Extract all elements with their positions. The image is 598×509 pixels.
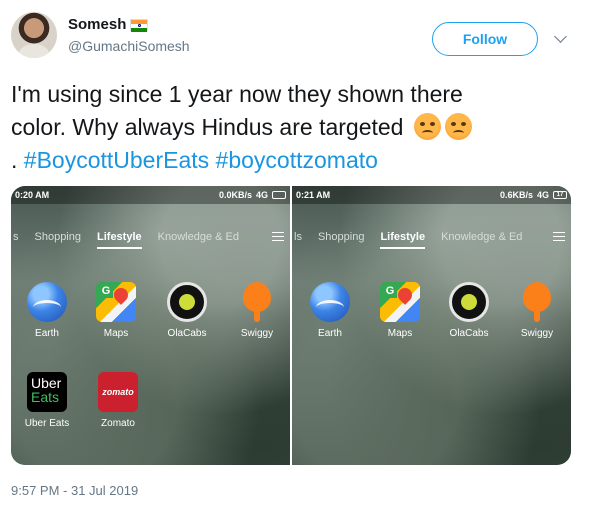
zomato-icon: zomato: [98, 372, 138, 412]
google-earth-icon: [27, 282, 67, 322]
uber-eats-icon: Uber Eats: [27, 372, 67, 412]
app-label: Maps: [103, 328, 129, 339]
uber-eats-icon-text: Uber: [31, 375, 62, 391]
app-maps: Maps: [84, 282, 148, 339]
tweet-timestamp[interactable]: 9:57 PM - 31 Jul 2019: [11, 483, 138, 498]
app-label: Zomato: [101, 418, 135, 429]
status-time: 0:20 AM: [15, 190, 50, 200]
app-label: Swiggy: [240, 328, 274, 339]
status-bar: 0:20 AM 0.0KB/s 4G: [11, 186, 290, 204]
tweet-line-1: I'm using since 1 year now they shown th…: [11, 81, 463, 107]
menu-icon: [553, 232, 565, 241]
tweet-line-2: color. Why always Hindus are targeted: [11, 111, 591, 144]
app-label: Earth: [318, 328, 342, 339]
display-name[interactable]: Somesh: [68, 16, 126, 33]
angry-face-icon: [413, 113, 441, 140]
tab-knowledge: Knowledge & Ed: [441, 231, 523, 243]
app-label: OlaCabs: [449, 328, 489, 339]
follow-button[interactable]: Follow: [432, 22, 538, 56]
app-zomato: zomato Zomato: [86, 372, 150, 429]
google-maps-icon: [380, 282, 420, 322]
app-olacabs: OlaCabs: [155, 282, 219, 339]
ola-cabs-icon: [449, 282, 489, 322]
app-swiggy: Swiggy: [225, 282, 289, 339]
tweet-text: I'm using since 1 year now they shown th…: [11, 78, 591, 177]
chevron-down-icon[interactable]: [554, 30, 567, 43]
status-time: 0:21 AM: [296, 190, 331, 200]
swiggy-icon: [237, 282, 277, 322]
tweet-media[interactable]: 0:20 AM 0.0KB/s 4G s Shopping Lifestyle …: [11, 186, 571, 465]
menu-icon: [272, 232, 284, 241]
app-uber-eats: Uber Eats Uber Eats: [15, 372, 79, 429]
tweet-line-3: . #BoycottUberEats #boycottzomato: [11, 144, 591, 177]
network-type: 4G: [255, 190, 268, 200]
app-earth: Earth: [15, 282, 79, 339]
app-swiggy: Swiggy: [505, 282, 569, 339]
app-earth: Earth: [298, 282, 362, 339]
app-label: Maps: [387, 328, 413, 339]
user-name-row[interactable]: Somesh: [68, 16, 149, 33]
app-label: Uber Eats: [24, 418, 70, 429]
network-type: 4G: [536, 190, 549, 200]
google-maps-icon: [96, 282, 136, 322]
launcher-tabs: s Shopping Lifestyle Knowledge & Ed: [11, 231, 290, 249]
google-earth-icon: [310, 282, 350, 322]
india-flag-icon: [130, 18, 149, 32]
tweet-line-2-text: color. Why always Hindus are targeted: [11, 114, 404, 140]
status-bar: 0:21 AM 0.6KB/s 4G 17: [292, 186, 571, 204]
app-maps: Maps: [368, 282, 432, 339]
tab-knowledge: Knowledge & Ed: [157, 231, 239, 243]
hashtag-link[interactable]: #BoycottUberEats: [24, 147, 209, 173]
app-label: Swiggy: [520, 328, 554, 339]
tab-shopping: Shopping: [34, 231, 82, 243]
avatar[interactable]: [11, 12, 57, 58]
phone-screenshot[interactable]: 0:21 AM 0.6KB/s 4G 17 ls Shopping Lifest…: [292, 186, 571, 465]
tab-shopping: Shopping: [317, 231, 365, 243]
battery-icon: [272, 191, 286, 199]
tweet-line-3-prefix: .: [11, 147, 18, 173]
network-speed: 0.0KB/s: [218, 190, 252, 200]
tab-partial: ls: [294, 231, 302, 243]
ola-cabs-icon: [167, 282, 207, 322]
user-handle[interactable]: @GumachiSomesh: [68, 38, 190, 54]
app-label: Earth: [35, 328, 59, 339]
launcher-tabs: ls Shopping Lifestyle Knowledge & Ed: [292, 231, 571, 249]
angry-face-icon: [444, 113, 472, 140]
hashtag-link[interactable]: #boycottzomato: [216, 147, 378, 173]
app-olacabs: OlaCabs: [437, 282, 501, 339]
phone-screenshot[interactable]: 0:20 AM 0.0KB/s 4G s Shopping Lifestyle …: [11, 186, 290, 465]
app-label: OlaCabs: [167, 328, 207, 339]
network-speed: 0.6KB/s: [499, 190, 533, 200]
tab-lifestyle: Lifestyle: [380, 231, 426, 249]
battery-icon: 17: [553, 191, 567, 199]
tab-partial: s: [13, 231, 19, 243]
swiggy-icon: [517, 282, 557, 322]
tab-lifestyle: Lifestyle: [97, 231, 142, 249]
uber-eats-icon-text: Eats: [31, 389, 60, 405]
